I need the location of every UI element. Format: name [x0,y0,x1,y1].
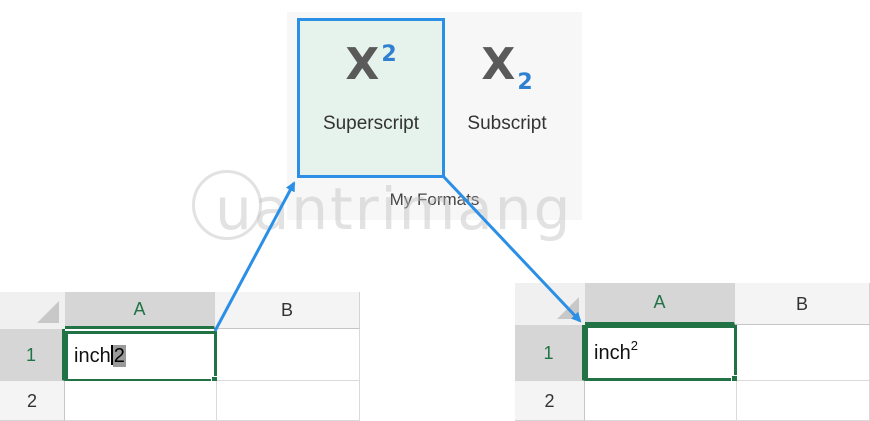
arrow-to-result [441,174,582,323]
flow-arrows [213,174,582,332]
arrow-to-superscript [213,181,296,332]
